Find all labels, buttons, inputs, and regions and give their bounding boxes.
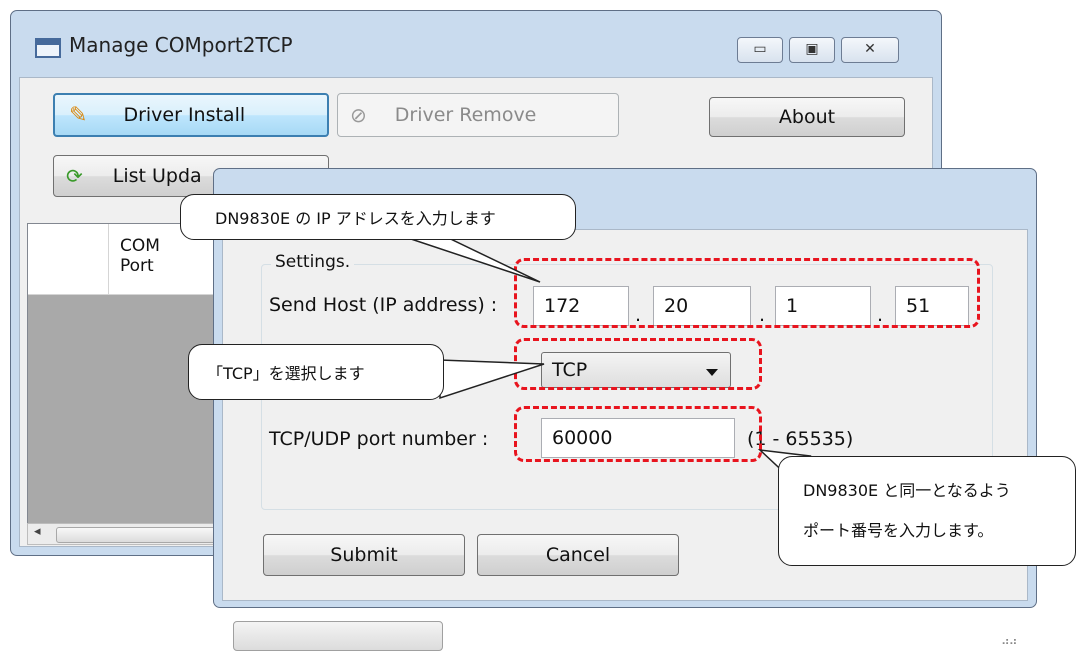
resize-grip-icon[interactable]: ⠴⠴ <box>1001 634 1018 648</box>
protocol-callout: 「TCP」を選択します <box>188 344 444 400</box>
status-bar-panel <box>233 621 443 651</box>
port-callout-line1: DN9830E と同一となるよう <box>803 481 1011 500</box>
port-callout-line2: ポート番号を入力します。 <box>803 521 994 540</box>
protocol-callout-text: 「TCP」を選択します <box>207 364 365 383</box>
port-callout: DN9830E と同一となるよう ポート番号を入力します。 <box>778 456 1076 566</box>
ip-callout: DN9830E の IP アドレスを入力します <box>180 194 576 240</box>
ip-callout-text: DN9830E の IP アドレスを入力します <box>215 209 496 228</box>
